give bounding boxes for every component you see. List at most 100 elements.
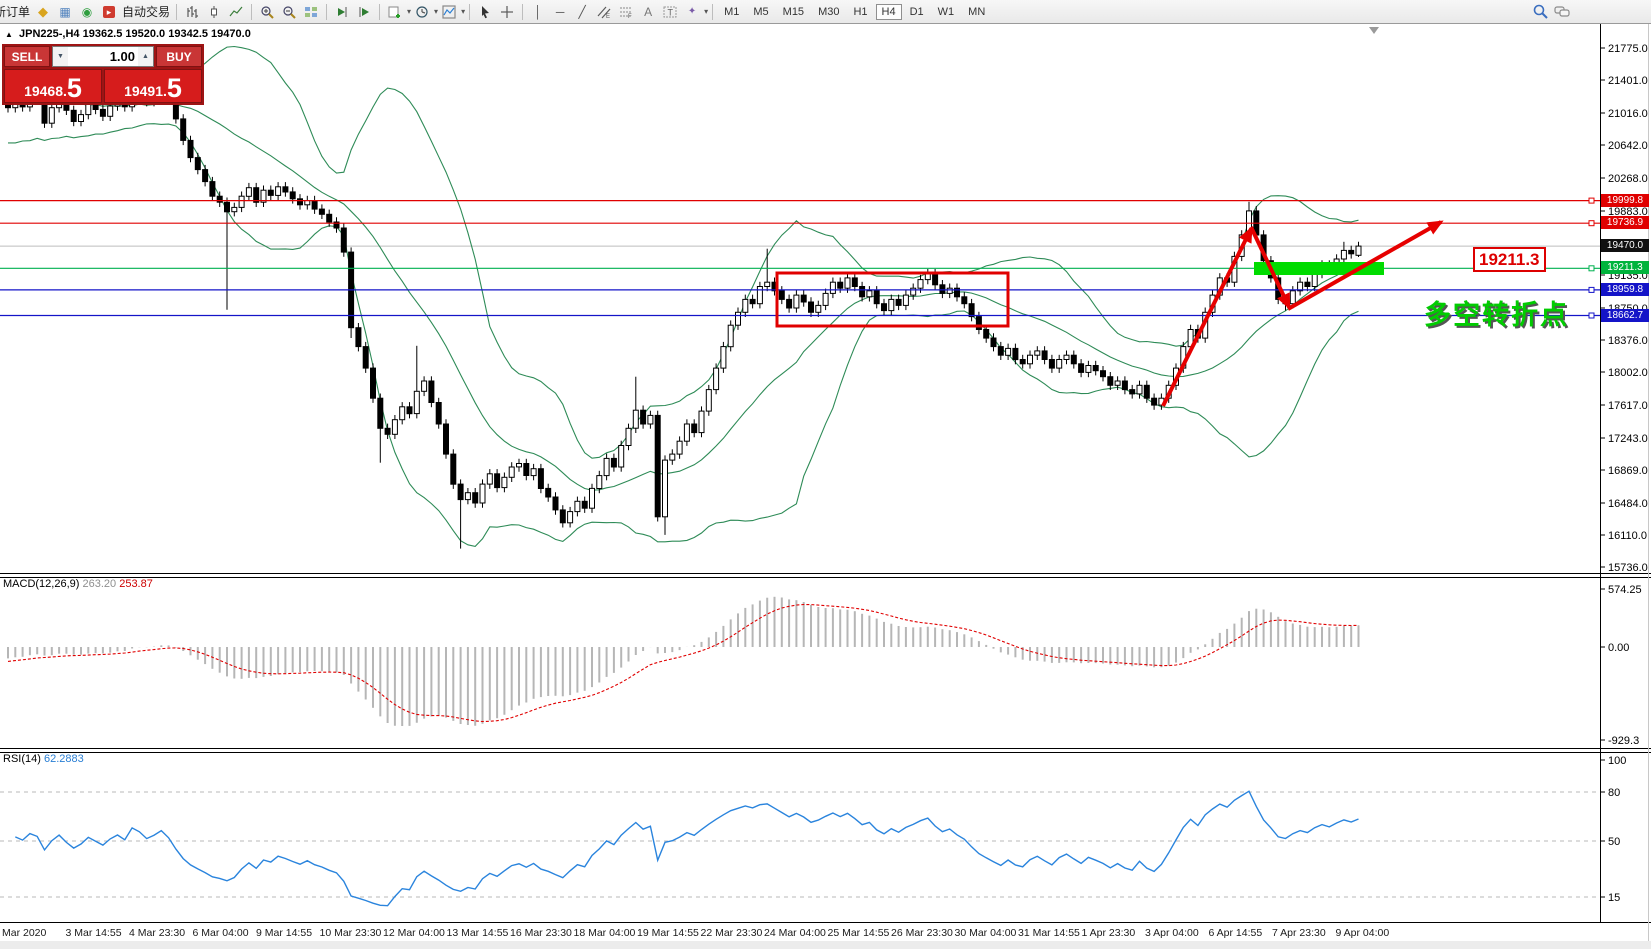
text-icon[interactable]: A [638,2,658,21]
price-tick: 17617.0 [1608,400,1648,412]
price-tick: 20268.0 [1608,173,1648,185]
time-tick: 4 Mar 23:30 [129,927,185,939]
tile-windows-icon[interactable] [301,2,321,21]
time-tick: 6 Mar 04:00 [193,927,249,939]
hline-handle[interactable] [1588,286,1595,293]
trend-arrow[interactable] [1161,226,1253,407]
line-chart-icon[interactable] [226,2,246,21]
periods-clock-icon[interactable] [412,2,432,21]
metaeditor-icon[interactable]: ◆ [33,2,53,21]
ask-price: 19491. [124,83,167,99]
equidistant-channel-icon[interactable]: E [594,2,614,21]
bar-chart-icon[interactable] [182,2,202,21]
hline-handle[interactable] [1588,197,1595,204]
price-tick: 18002.0 [1608,367,1648,379]
rsi-tick: 80 [1608,787,1620,799]
zoom-out-icon[interactable] [279,2,299,21]
new-chart-caret[interactable]: ▾ [407,7,411,16]
volume-increase-icon[interactable]: ▲ [138,47,153,66]
indicators-caret[interactable]: ▾ [461,7,465,16]
buy-button[interactable]: BUY [156,46,202,67]
axis-price-tag: 18662.7 [1601,309,1649,322]
time-tick: 26 Mar 23:30 [891,927,953,939]
time-tick: 7 Apr 23:30 [1272,927,1326,939]
scroll-to-end-marker[interactable] [1369,27,1379,34]
timeframe-h1[interactable]: H1 [847,4,873,20]
cursor-icon[interactable] [475,2,495,21]
fibonacci-icon[interactable]: F [616,2,636,21]
auto-scroll-icon[interactable] [332,2,352,21]
horizontal-line-icon[interactable]: ─ [550,2,570,21]
text-label-icon[interactable]: T [660,2,680,21]
timeframe-w1[interactable]: W1 [932,4,961,20]
arrows-caret[interactable]: ▾ [704,7,708,16]
signals-icon[interactable]: ◉ [77,2,97,21]
timeframe-m30[interactable]: M30 [812,4,845,20]
volume-stepper[interactable]: ▼ 1.00 ▲ [52,46,154,67]
new-chart-icon[interactable] [385,2,405,21]
time-tick: 18 Mar 04:00 [574,927,636,939]
timeframe-mn[interactable]: MN [962,4,991,20]
hline-handle[interactable] [1588,312,1595,319]
trendline-icon[interactable]: ╱ [572,2,592,21]
time-tick: 24 Mar 04:00 [764,927,826,939]
time-tick: 16 Mar 23:30 [510,927,572,939]
search-icon[interactable] [1530,2,1550,21]
symbol-header: ▲ JPN225-,H4 19362.5 19520.0 19342.5 194… [5,28,251,40]
new-order-button[interactable]: 新订单 [0,3,30,20]
time-tick: 1 Apr 23:30 [1082,927,1136,939]
timeframe-h4[interactable]: H4 [875,3,902,20]
indicators-icon[interactable] [439,2,459,21]
toolbar-separator [326,3,328,20]
vertical-line-icon[interactable]: │ [528,2,548,21]
rsi-value: 62.2883 [43,753,84,765]
data-window-icon[interactable]: ▦ [55,2,75,21]
bollinger-upper-band [7,45,1359,459]
timeframe-m15[interactable]: M15 [777,4,810,20]
timeframe-m1[interactable]: M1 [718,4,745,20]
arrows-icon[interactable]: ✦ [682,2,702,21]
time-tick: 9 Apr 04:00 [1336,927,1390,939]
toolbar-separator [176,3,178,20]
macd-signal-value: 253.87 [119,578,153,590]
volume-decrease-icon[interactable]: ▼ [53,47,68,66]
sell-button[interactable]: SELL [4,46,50,67]
periods-caret[interactable]: ▾ [434,7,438,16]
price-tick: 17243.0 [1608,433,1648,445]
auto-trading-label[interactable]: 自动交易 [122,3,170,20]
toolbar-separator [712,3,714,20]
turning-point-note[interactable]: 多空转折点 [1424,293,1569,332]
main-pane [0,45,1600,549]
bid-price-panel[interactable]: 19468. 5 [4,69,102,103]
bollinger-middle-band [7,100,1359,491]
symbol-ohlc-values: 19362.5 19520.0 19342.5 19470.0 [82,28,251,40]
volume-value[interactable]: 1.00 [68,47,138,66]
svg-text:E: E [606,14,610,19]
candlestick-chart-icon[interactable] [204,2,224,21]
rsi-tick: 100 [1608,755,1626,767]
collapse-trade-panel-icon[interactable]: ▲ [5,30,13,39]
price-chart-canvas[interactable]: 21775.021401.021016.020642.020268.019883… [0,0,1651,949]
time-tick: 25 Mar 14:55 [828,927,890,939]
zoom-in-icon[interactable] [257,2,277,21]
time-tick: 3 Apr 04:00 [1145,927,1199,939]
timeframe-m5[interactable]: M5 [747,4,774,20]
timeframe-d1[interactable]: D1 [904,4,930,20]
chart-shift-icon[interactable] [354,2,374,21]
chat-icon[interactable] [1552,2,1572,21]
support-price-callout[interactable]: 19211.3 [1473,247,1546,272]
ask-price-panel[interactable]: 19491. 5 [104,69,202,103]
time-tick: 9 Mar 14:55 [256,927,312,939]
rsi-tick: 15 [1608,892,1620,904]
crosshair-icon[interactable] [497,2,517,21]
auto-trading-icon[interactable]: ▸ [99,2,119,21]
macd-signal-line [7,603,1359,723]
ask-price-big-digit: 5 [166,73,182,103]
hline-handle[interactable] [1588,265,1595,272]
time-tick: Mar 2020 [2,927,47,939]
price-tick: 16869.0 [1608,465,1648,477]
macd-main-value: 263.20 [82,578,117,590]
rsi-tick: 50 [1608,836,1620,848]
hline-handle[interactable] [1588,220,1595,227]
macd-pane [7,596,1360,726]
